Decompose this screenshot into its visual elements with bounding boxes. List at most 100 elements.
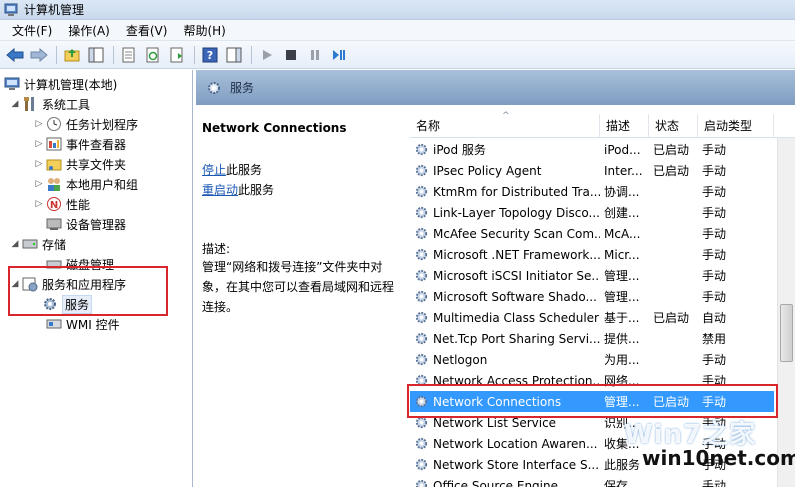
device-manager-icon xyxy=(46,218,62,230)
tree-label: 性能 xyxy=(66,197,91,212)
pause-service-button[interactable] xyxy=(304,44,326,66)
expanded-arrow-icon[interactable]: ◢ xyxy=(10,239,20,249)
stop-service-link[interactable]: 停止 xyxy=(202,163,226,177)
service-gear-icon xyxy=(415,143,428,156)
collapsed-arrow-icon[interactable]: ▷ xyxy=(34,179,44,189)
tree-label: 共享文件夹 xyxy=(66,157,127,172)
help-button[interactable]: ? xyxy=(199,44,221,66)
stop-action: 停止此服务 xyxy=(202,160,404,180)
table-row[interactable]: Microsoft .NET Framework... Micr... 手动 xyxy=(410,244,774,265)
service-description-cell: 管理... xyxy=(604,269,640,283)
tree-item-performance[interactable]: ▷ N 性能 xyxy=(34,194,90,214)
collapsed-arrow-icon[interactable]: ▷ xyxy=(34,159,44,169)
start-service-icon xyxy=(263,49,272,60)
table-row[interactable]: McAfee Security Scan Com... McA... 手动 xyxy=(410,223,774,244)
description-text: 管理“网络和拨号连接”文件夹中对象，在其中您可以查看局域网和远程连接。 xyxy=(202,260,395,314)
restart-service-link[interactable]: 重启动 xyxy=(202,183,238,197)
export-list-button[interactable] xyxy=(118,44,140,66)
menu-action[interactable]: 操作(A) xyxy=(62,22,120,39)
back-button[interactable] xyxy=(4,44,26,66)
export-list-icon xyxy=(122,47,135,62)
back-icon xyxy=(6,47,24,62)
tree-label: WMI 控件 xyxy=(66,317,120,332)
menu-view[interactable]: 查看(V) xyxy=(120,22,178,39)
pause-service-icon xyxy=(311,49,319,60)
service-name-cell: Netlogon xyxy=(410,352,600,367)
tree-item-task-scheduler[interactable]: ▷ 任务计划程序 xyxy=(34,114,138,134)
refresh-icon xyxy=(146,47,159,62)
column-header-startup-type[interactable]: 启动类型 xyxy=(698,113,774,138)
service-description-cell: 为用... xyxy=(604,353,640,367)
forward-button[interactable] xyxy=(28,44,50,66)
collapsed-arrow-icon[interactable]: ▷ xyxy=(34,199,44,209)
restart-service-icon xyxy=(333,49,345,60)
show-hide-tree-button[interactable] xyxy=(85,44,107,66)
service-name-cell: Network Store Interface S... xyxy=(410,457,600,472)
up-folder-button[interactable] xyxy=(61,44,83,66)
table-row[interactable]: KtmRm for Distributed Tra... 协调... 手动 xyxy=(410,181,774,202)
svg-text:?: ? xyxy=(207,49,213,62)
collapsed-arrow-icon[interactable]: ▷ xyxy=(34,119,44,129)
expanded-arrow-icon[interactable]: ◢ xyxy=(10,99,20,109)
window-title: 计算机管理 xyxy=(24,3,85,17)
scrollbar-thumb[interactable] xyxy=(780,304,793,362)
tree-item-storage[interactable]: ◢ 存储 xyxy=(10,234,66,254)
column-header-status[interactable]: 状态 xyxy=(649,113,698,138)
start-service-button[interactable] xyxy=(256,44,278,66)
tree-item-system-tools[interactable]: ◢ 系统工具 xyxy=(10,94,90,114)
service-description-cell: 管理... xyxy=(604,290,640,304)
tree-item-computer-management[interactable]: 计算机管理(本地) xyxy=(4,74,117,94)
table-row[interactable]: Link-Layer Topology Disco... 创建... 手动 xyxy=(410,202,774,223)
service-status-cell: 已启动 xyxy=(653,311,690,325)
table-row[interactable]: IPsec Policy Agent Inter... 已启动 手动 xyxy=(410,160,774,181)
collapsed-arrow-icon[interactable]: ▷ xyxy=(34,139,44,149)
tree-item-shared-folders[interactable]: ▷ 共享文件夹 xyxy=(34,154,126,174)
table-row[interactable]: Multimedia Class Scheduler 基于... 已启动 自动 xyxy=(410,307,774,328)
service-name: iPod 服务 xyxy=(433,143,486,157)
service-name: Multimedia Class Scheduler xyxy=(433,310,599,325)
table-row[interactable]: Net.Tcp Port Sharing Servi... 提供... 禁用 xyxy=(410,328,774,349)
service-name: Microsoft iSCSI Initiator Se... xyxy=(433,268,600,283)
service-name-cell: Multimedia Class Scheduler xyxy=(410,310,600,325)
column-header-description[interactable]: 描述 xyxy=(600,113,649,138)
service-description-cell: 提供... xyxy=(604,332,640,346)
service-name: Microsoft Software Shado... xyxy=(433,289,597,304)
tree-item-wmi-control[interactable]: WMI 控件 xyxy=(46,314,120,334)
tree-label: 存储 xyxy=(42,237,67,252)
service-name-cell: KtmRm for Distributed Tra... xyxy=(410,184,600,199)
service-status-cell: 已启动 xyxy=(653,164,690,178)
service-description-cell: 创建... xyxy=(604,206,640,220)
service-startup-cell: 手动 xyxy=(702,206,727,220)
service-gear-icon xyxy=(415,311,428,324)
table-row[interactable]: Netlogon 为用... 手动 xyxy=(410,349,774,370)
table-row[interactable]: Microsoft Software Shado... 管理... 手动 xyxy=(410,286,774,307)
menu-help[interactable]: 帮助(H) xyxy=(177,22,235,39)
service-name-cell: IPsec Policy Agent xyxy=(410,163,600,178)
tree-item-event-viewer[interactable]: ▷ 事件查看器 xyxy=(34,134,126,154)
description-label: 描述: xyxy=(202,242,231,256)
properties-button[interactable] xyxy=(166,44,188,66)
service-gear-icon xyxy=(415,164,428,177)
tree-item-local-users[interactable]: ▷ 本地用户和组 xyxy=(34,174,138,194)
table-row[interactable]: Microsoft iSCSI Initiator Se... 管理... 手动 xyxy=(410,265,774,286)
event-viewer-icon xyxy=(46,137,62,151)
service-startup-cell: 手动 xyxy=(702,164,727,178)
performance-icon: N xyxy=(47,197,61,211)
restart-service-button[interactable] xyxy=(328,44,350,66)
service-description-cell: Inter... xyxy=(604,163,643,178)
column-header-name[interactable]: 名称 xyxy=(410,113,600,138)
tree-item-device-manager[interactable]: 设备管理器 xyxy=(46,214,126,234)
service-description-cell: iPod... xyxy=(604,142,641,157)
service-gear-icon xyxy=(415,206,428,219)
service-name: Network Store Interface S... xyxy=(433,457,600,472)
tree-label: 系统工具 xyxy=(42,97,91,112)
stop-service-icon xyxy=(286,49,296,60)
refresh-button[interactable] xyxy=(142,44,164,66)
menu-file[interactable]: 文件(F) xyxy=(6,22,62,39)
table-row[interactable]: iPod 服务 iPod... 已启动 手动 xyxy=(410,139,774,160)
properties-icon xyxy=(170,47,183,62)
show-hide-action-button[interactable] xyxy=(223,44,245,66)
tree-label: 本地用户和组 xyxy=(66,177,139,192)
stop-service-button[interactable] xyxy=(280,44,302,66)
service-name-cell: Microsoft iSCSI Initiator Se... xyxy=(410,268,600,283)
